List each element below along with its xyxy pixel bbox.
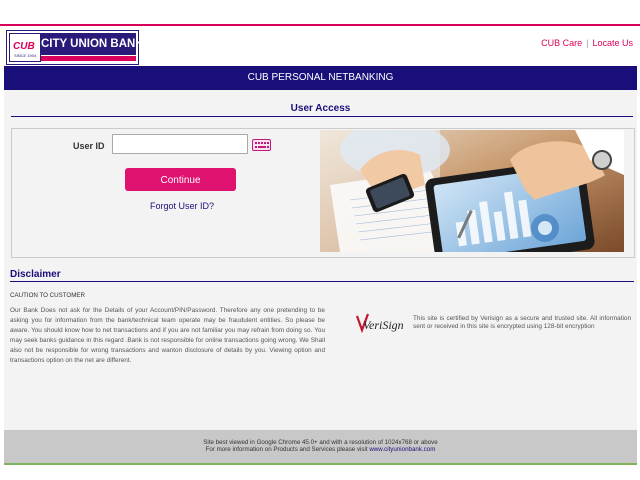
verisign-logo-text: VeriSign xyxy=(363,318,404,332)
emblem-since: SINCE 1904 xyxy=(14,53,37,58)
emblem-text: CUB xyxy=(13,41,35,52)
forgot-user-id-link: Forgot User ID? xyxy=(12,201,352,211)
user-id-input[interactable] xyxy=(112,134,248,154)
continue-button[interactable]: Continue xyxy=(125,168,236,191)
verisign-text: This site is certified by Verisign as a … xyxy=(413,315,631,330)
top-links: CUB Care | Locate Us xyxy=(541,38,633,48)
user-access-heading: User Access xyxy=(290,103,351,114)
cub-care-link[interactable]: CUB Care xyxy=(541,38,582,48)
user-id-label: User ID xyxy=(73,141,105,151)
footer-browser-note: Site best viewed in Google Chrome 45.0+ … xyxy=(203,439,438,446)
city-union-bank-logo[interactable]: CUB SINCE 1904 CITY UNION BANK xyxy=(6,30,144,65)
forgot-user-id-text[interactable]: Forgot User ID? xyxy=(150,201,214,211)
footer-website-link[interactable]: www.cityunionbank.com xyxy=(369,446,435,453)
footer-info-text: For more information on Products and Ser… xyxy=(205,446,370,453)
disclaimer-heading: Disclaimer xyxy=(10,269,61,280)
top-links-separator: | xyxy=(586,38,589,48)
virtual-keyboard-icon[interactable] xyxy=(252,139,271,151)
cub-emblem: CUB SINCE 1904 xyxy=(9,33,41,62)
verisign-seal[interactable]: VeriSign xyxy=(355,312,409,336)
main-panel: User Access User ID Continue Forgot User… xyxy=(4,90,637,430)
caution-heading: CAUTION TO CUSTOMER xyxy=(10,292,85,299)
locate-us-link[interactable]: Locate Us xyxy=(592,38,633,48)
footer: Site best viewed in Google Chrome 45.0+ … xyxy=(4,430,637,463)
bottom-accent-line xyxy=(4,463,637,465)
header: CUB SINCE 1904 CITY UNION BANK CUB Care |… xyxy=(4,26,637,66)
banner-image-tablet-phone xyxy=(320,130,624,252)
login-box: User ID Continue Forgot User ID? xyxy=(11,128,635,258)
disclaimer-divider xyxy=(10,281,634,282)
page-title: CUB PERSONAL NETBANKING xyxy=(4,66,637,90)
logo-accent-bar xyxy=(41,56,136,61)
disclaimer-text: Our Bank Does not ask for the Details of… xyxy=(10,307,325,364)
footer-info-line: For more information on Products and Ser… xyxy=(4,446,637,453)
bank-name: CITY UNION BANK xyxy=(41,33,144,55)
user-access-divider xyxy=(11,116,633,117)
